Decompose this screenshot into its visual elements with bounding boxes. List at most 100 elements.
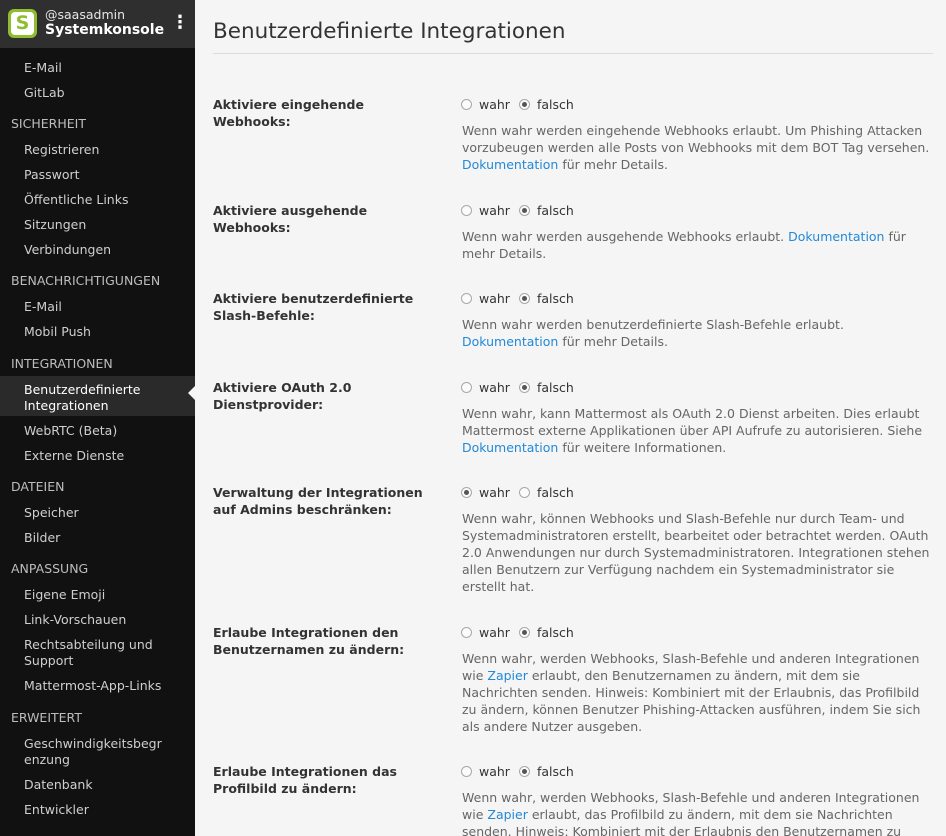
sidebar-item-legal-support[interactable]: Rechtsabteilung und Support <box>0 637 195 669</box>
title-divider <box>213 53 933 54</box>
sidebar-item-storage[interactable]: Speicher <box>0 505 195 521</box>
sidebar-section-security: SICHERHEIT <box>11 116 86 131</box>
setting-label: Aktiviere eingehende Webhooks: <box>213 97 364 129</box>
zapier-link[interactable]: Zapier <box>487 807 527 822</box>
help-text: Wenn wahr, kann Mattermost als OAuth 2.0… <box>462 406 923 438</box>
sidebar-item-rate-limiting[interactable]: Geschwindigkeitsbegrenzung <box>0 736 195 768</box>
radio-false-label: falsch <box>537 203 574 218</box>
radio-true-label: wahr <box>479 380 510 395</box>
radio-false-label: falsch <box>537 764 574 779</box>
sidebar-section-notifications: BENACHRICHTIGUNGEN <box>11 273 161 288</box>
radio-true[interactable]: wahr <box>461 379 510 396</box>
radio-true-circle[interactable] <box>461 205 472 216</box>
help-text-tail: erlaubt, das Profilbild zu ändern, mit d… <box>462 807 902 836</box>
page-title: Benutzerdefinierte Integrationen <box>213 19 566 44</box>
setting-help-text: Wenn wahr werden benutzerdefinierte Slas… <box>462 316 937 350</box>
sidebar-section-customization: ANPASSUNG <box>11 561 89 576</box>
help-text-tail: für mehr Details. <box>562 334 668 349</box>
radio-false-circle[interactable] <box>519 205 530 216</box>
radio-true-circle[interactable] <box>461 766 472 777</box>
sidebar-item-webrtc[interactable]: WebRTC (Beta) <box>0 423 195 439</box>
radio-false-label: falsch <box>537 485 574 500</box>
sidebar-item-email-auth[interactable]: E-Mail <box>0 60 195 76</box>
radio-true[interactable]: wahr <box>461 96 510 113</box>
sidebar-item-images[interactable]: Bilder <box>0 530 195 546</box>
radio-true[interactable]: wahr <box>461 290 510 307</box>
documentation-link[interactable]: Dokumentation <box>462 157 558 172</box>
radio-false[interactable]: falsch <box>519 379 574 396</box>
radio-true-label: wahr <box>479 764 510 779</box>
sidebar-item-mobile-push[interactable]: Mobil Push <box>0 324 195 340</box>
setting-help-text: Wenn wahr werden ausgehende Webhooks erl… <box>462 228 937 262</box>
sidebar-item-notification-email[interactable]: E-Mail <box>0 299 195 315</box>
radio-false[interactable]: falsch <box>519 202 574 219</box>
sidebar-section-integrations: INTEGRATIONEN <box>11 356 113 371</box>
radio-true-circle[interactable] <box>461 627 472 638</box>
setting-help-text: Wenn wahr, kann Mattermost als OAuth 2.0… <box>462 405 937 456</box>
radio-false[interactable]: falsch <box>519 624 574 641</box>
radio-false-label: falsch <box>537 380 574 395</box>
radio-true[interactable]: wahr <box>461 484 510 501</box>
radio-true-circle[interactable] <box>461 487 472 498</box>
team-name: Systemkonsole <box>45 22 165 38</box>
radio-false-circle[interactable] <box>519 382 530 393</box>
setting-label: Aktiviere OAuth 2.0 Dienstprovider: <box>213 380 352 412</box>
sidebar-item-developer[interactable]: Entwickler <box>0 802 195 818</box>
radio-false-circle[interactable] <box>519 487 530 498</box>
username: @saasadmin <box>45 7 126 22</box>
setting-help-text: Wenn wahr, werden Webhooks, Slash-Befehl… <box>462 789 937 836</box>
radio-false-circle[interactable] <box>519 766 530 777</box>
sidebar-item-database[interactable]: Datenbank <box>0 777 195 793</box>
sidebar-item-custom-integrations[interactable]: Benutzerdefinierte Integrationen <box>0 376 195 416</box>
documentation-link[interactable]: Dokumentation <box>462 334 558 349</box>
radio-true[interactable]: wahr <box>461 763 510 780</box>
radio-true-label: wahr <box>479 485 510 500</box>
radio-true-circle[interactable] <box>461 293 472 304</box>
radio-false[interactable]: falsch <box>519 290 574 307</box>
sidebar-item-sessions[interactable]: Sitzungen <box>0 217 195 233</box>
help-text: Wenn wahr werden eingehende Webhooks erl… <box>462 123 930 155</box>
radio-true-circle[interactable] <box>461 99 472 110</box>
sidebar-item-app-links[interactable]: Mattermost-App-Links <box>0 678 195 694</box>
help-text: Wenn wahr werden ausgehende Webhooks erl… <box>462 229 785 244</box>
radio-false[interactable]: falsch <box>519 763 574 780</box>
sidebar-item-link-previews[interactable]: Link-Vorschauen <box>0 612 195 628</box>
radio-true-circle[interactable] <box>461 382 472 393</box>
setting-label: Verwaltung der Integrationen auf Admins … <box>213 485 423 517</box>
radio-true-label: wahr <box>479 97 510 112</box>
radio-false[interactable]: falsch <box>519 96 574 113</box>
radio-false-circle[interactable] <box>519 293 530 304</box>
radio-true-label: wahr <box>479 203 510 218</box>
sidebar-item-password[interactable]: Passwort <box>0 167 195 183</box>
radio-true[interactable]: wahr <box>461 624 510 641</box>
sidebar-item-gitlab[interactable]: GitLab <box>0 85 195 101</box>
sidebar: S @saasadmin Systemkonsole ⋮ E-Mail GitL… <box>0 0 195 836</box>
documentation-link[interactable]: Dokumentation <box>788 229 884 244</box>
radio-true[interactable]: wahr <box>461 202 510 219</box>
sidebar-item-public-links[interactable]: Öffentliche Links <box>0 192 195 208</box>
radio-true-label: wahr <box>479 291 510 306</box>
team-logo[interactable]: S <box>8 9 37 38</box>
setting-label: Erlaube Integrationen den Benutzernamen … <box>213 625 405 657</box>
help-text-tail: für mehr Details. <box>562 157 668 172</box>
sidebar-item-signup[interactable]: Registrieren <box>0 142 195 158</box>
more-menu-icon[interactable]: ⋮ <box>171 12 189 34</box>
sidebar-item-custom-emoji[interactable]: Eigene Emoji <box>0 587 195 603</box>
radio-false[interactable]: falsch <box>519 484 574 501</box>
active-indicator-arrow <box>188 386 195 400</box>
setting-help-text: Wenn wahr, können Webhooks und Slash-Bef… <box>462 511 930 594</box>
radio-false-label: falsch <box>537 625 574 640</box>
sidebar-item-custom-integrations-label: Benutzerdefinierte Integrationen <box>24 382 141 413</box>
radio-false-circle[interactable] <box>519 627 530 638</box>
team-logo-letter: S <box>11 12 34 35</box>
sidebar-item-connections[interactable]: Verbindungen <box>0 242 195 258</box>
help-text-tail: erlaubt, den Benutzernamen zu ändern, mi… <box>462 668 921 734</box>
documentation-link[interactable]: Dokumentation <box>462 440 558 455</box>
radio-true-label: wahr <box>479 625 510 640</box>
radio-false-circle[interactable] <box>519 99 530 110</box>
zapier-link[interactable]: Zapier <box>487 668 527 683</box>
setting-help-text: Wenn wahr werden eingehende Webhooks erl… <box>462 122 937 173</box>
help-text-tail: für weitere Informationen. <box>562 440 727 455</box>
sidebar-item-external-services[interactable]: Externe Dienste <box>0 448 195 464</box>
sidebar-header: S @saasadmin Systemkonsole ⋮ <box>0 0 195 48</box>
